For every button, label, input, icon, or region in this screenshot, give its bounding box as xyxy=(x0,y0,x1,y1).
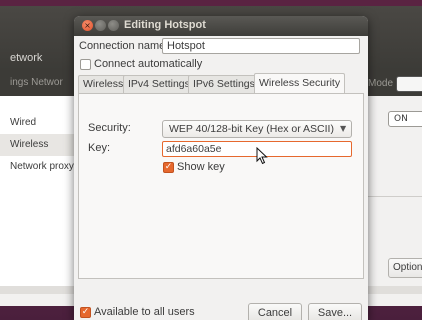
airplane-mode-switch[interactable] xyxy=(396,76,422,92)
wireless-on-switch[interactable]: ON xyxy=(388,111,422,127)
breadcrumb[interactable]: ings Networ xyxy=(10,77,63,88)
maximize-button[interactable] xyxy=(108,20,119,31)
tab-wireless[interactable]: Wireless xyxy=(78,75,129,93)
show-key-checkbox[interactable]: ✓ xyxy=(163,162,174,173)
divider xyxy=(368,196,422,197)
sidebar-item-wireless[interactable]: Wireless xyxy=(0,134,80,156)
save-button[interactable]: Save... xyxy=(308,303,362,320)
airplane-mode-label: Mode xyxy=(368,78,394,89)
close-button[interactable]: × xyxy=(82,20,93,31)
connect-automatically-label[interactable]: Connect automatically xyxy=(94,58,202,70)
available-to-all-users-checkbox[interactable]: ✓ xyxy=(80,307,91,318)
sidebar-item-wired[interactable]: Wired xyxy=(0,112,80,134)
close-icon: × xyxy=(84,21,91,30)
connection-name-label: Connection name: xyxy=(79,40,169,52)
tab-ipv4-settings[interactable]: IPv4 Settings xyxy=(123,75,195,93)
show-key-label[interactable]: Show key xyxy=(177,161,225,173)
network-window-title: etwork xyxy=(10,52,43,64)
dialog-title: Editing Hotspot xyxy=(124,19,206,31)
tab-wireless-security[interactable]: Wireless Security xyxy=(254,73,346,93)
tab-ipv6-settings[interactable]: IPv6 Settings xyxy=(188,75,260,93)
minimize-button[interactable] xyxy=(95,20,106,31)
available-to-all-users-label[interactable]: Available to all users xyxy=(94,306,195,318)
security-label: Security: xyxy=(88,122,131,134)
security-select[interactable]: WEP 40/128-bit Key (Hex or ASCII) xyxy=(162,120,352,138)
connection-name-input[interactable]: Hotspot xyxy=(162,38,360,54)
network-sidebar: Wired Wireless Network proxy xyxy=(0,96,80,286)
mouse-pointer-icon xyxy=(256,147,268,165)
options-button[interactable]: Option xyxy=(388,258,422,278)
dialog-titlebar: × Editing Hotspot xyxy=(74,16,368,36)
sidebar-item-network-proxy[interactable]: Network proxy xyxy=(0,156,80,178)
cancel-button[interactable]: Cancel xyxy=(248,303,302,320)
key-label: Key: xyxy=(88,142,111,154)
connect-automatically-checkbox[interactable] xyxy=(80,59,91,70)
chevron-down-icon: ▼ xyxy=(340,124,347,133)
editing-connection-dialog: × Editing Hotspot Connection name: Hotsp… xyxy=(74,16,368,320)
